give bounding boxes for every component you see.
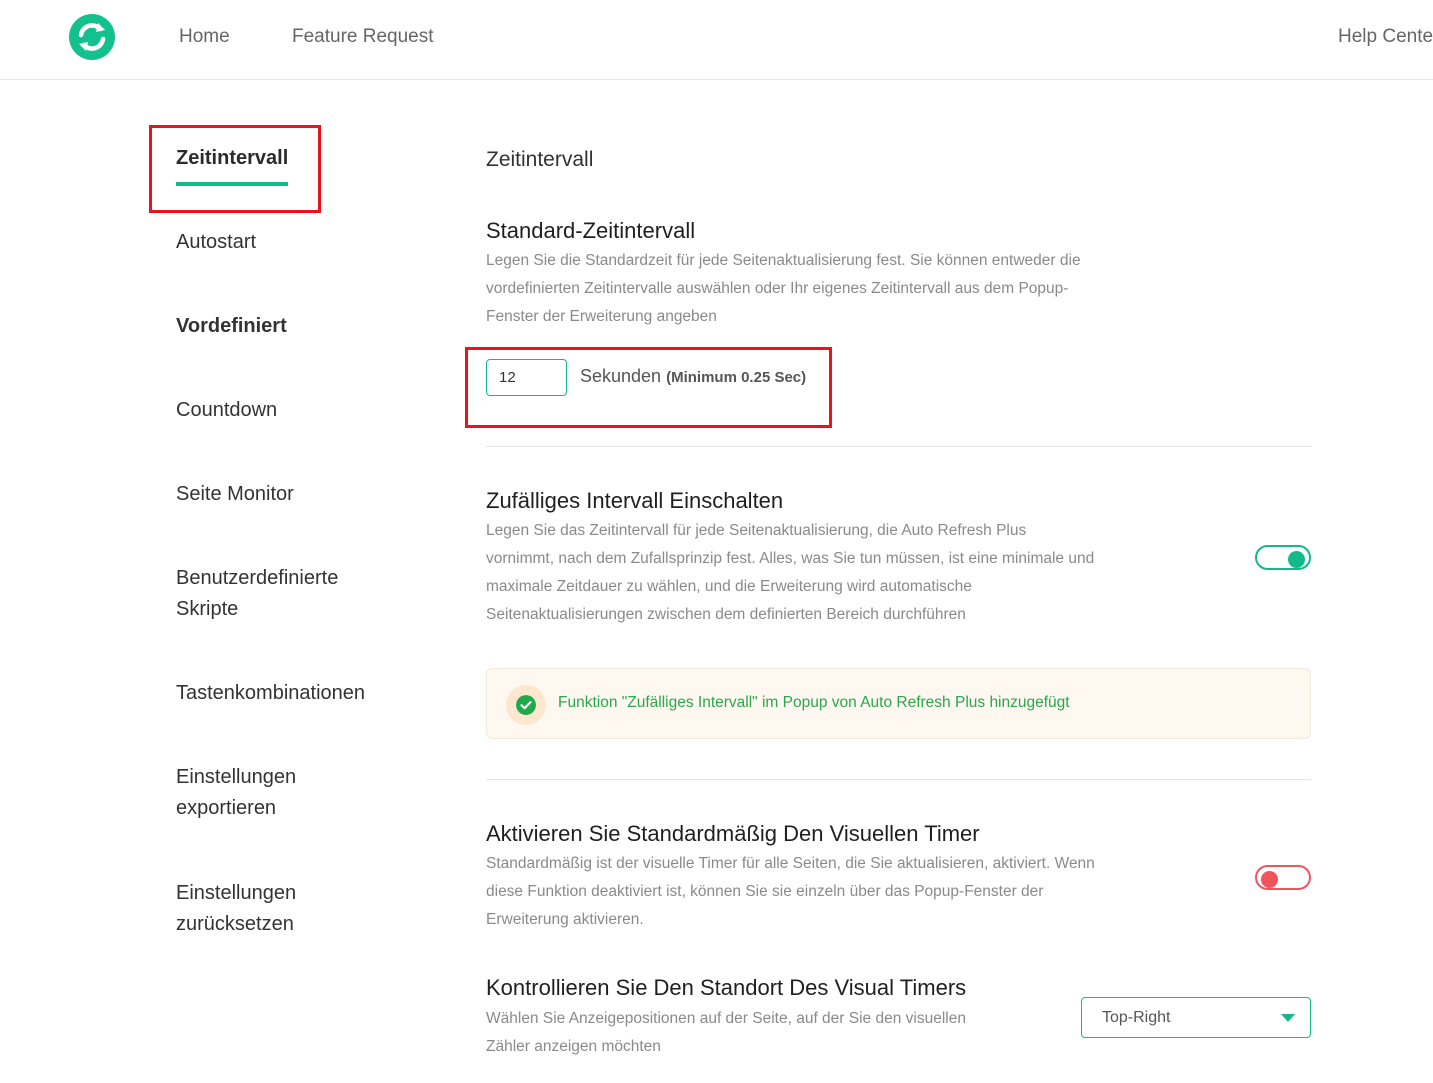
- timer-location-selected-value: Top-Right: [1102, 1009, 1171, 1026]
- nav-help-center-link[interactable]: Help Center: [1338, 26, 1433, 48]
- sidebar-item-tastenkombinationen[interactable]: Tastenkombinationen: [176, 678, 416, 709]
- chevron-down-icon: [1281, 1014, 1295, 1022]
- nav-home-link[interactable]: Home: [179, 26, 230, 48]
- check-circle-icon: [516, 695, 536, 715]
- divider: [486, 779, 1311, 780]
- timer-location-title: Kontrollieren Sie Den Standort Des Visua…: [486, 975, 967, 1000]
- notice-icon-background: [506, 685, 546, 725]
- visual-timer-title: Aktivieren Sie Standardmäßig Den Visuell…: [486, 821, 980, 846]
- interval-unit-label: Sekunden (Minimum 0.25 Sec): [580, 366, 806, 387]
- active-tab-indicator: [176, 182, 288, 186]
- refresh-logo-icon[interactable]: [69, 14, 115, 60]
- unit-text: Sekunden: [580, 366, 662, 386]
- default-interval-description: Legen Sie die Standardzeit für jede Seit…: [486, 252, 1081, 325]
- sidebar-item-countdown[interactable]: Countdown: [176, 395, 416, 426]
- sidebar-item-zeitintervall[interactable]: Zeitintervall: [176, 143, 416, 174]
- sidebar-item-einstellungen-zuruecksetzen[interactable]: Einstellungen zurücksetzen: [176, 878, 336, 940]
- sidebar-item-benutzerdefinierte-skripte[interactable]: Benutzerdefinierte Skripte: [176, 563, 366, 625]
- sidebar-item-einstellungen-exportieren[interactable]: Einstellungen exportieren: [176, 762, 336, 824]
- nav-feature-request-link[interactable]: Feature Request: [292, 26, 434, 48]
- random-interval-title: Zufälliges Intervall Einschalten: [486, 488, 784, 513]
- toggle-knob: [1288, 551, 1305, 568]
- timer-location-description: Wählen Sie Anzeigepositionen auf der Sei…: [486, 1010, 966, 1055]
- top-navigation: Home Feature Request Help Center: [0, 0, 1433, 80]
- visual-timer-toggle[interactable]: [1255, 865, 1311, 890]
- sidebar-item-autostart[interactable]: Autostart: [176, 227, 416, 258]
- minimum-hint: (Minimum 0.25 Sec): [666, 369, 807, 386]
- toggle-knob: [1261, 871, 1278, 888]
- random-interval-notice: Funktion "Zufälliges Intervall" im Popup…: [486, 668, 1311, 739]
- page-title: Zeitintervall: [486, 148, 594, 171]
- sidebar-item-seite-monitor[interactable]: Seite Monitor: [176, 479, 416, 510]
- default-interval-title: Standard-Zeitintervall: [486, 218, 696, 243]
- sidebar-item-vordefiniert[interactable]: Vordefiniert: [176, 311, 416, 342]
- visual-timer-description: Standardmäßig ist der visuelle Timer für…: [486, 855, 1095, 928]
- timer-location-select[interactable]: Top-Right: [1081, 997, 1311, 1038]
- notice-text: Funktion "Zufälliges Intervall" im Popup…: [558, 694, 1070, 711]
- random-interval-description: Legen Sie das Zeitintervall für jede Sei…: [486, 522, 1095, 623]
- divider: [486, 446, 1311, 447]
- interval-seconds-input[interactable]: [486, 359, 567, 396]
- random-interval-toggle[interactable]: [1255, 545, 1311, 570]
